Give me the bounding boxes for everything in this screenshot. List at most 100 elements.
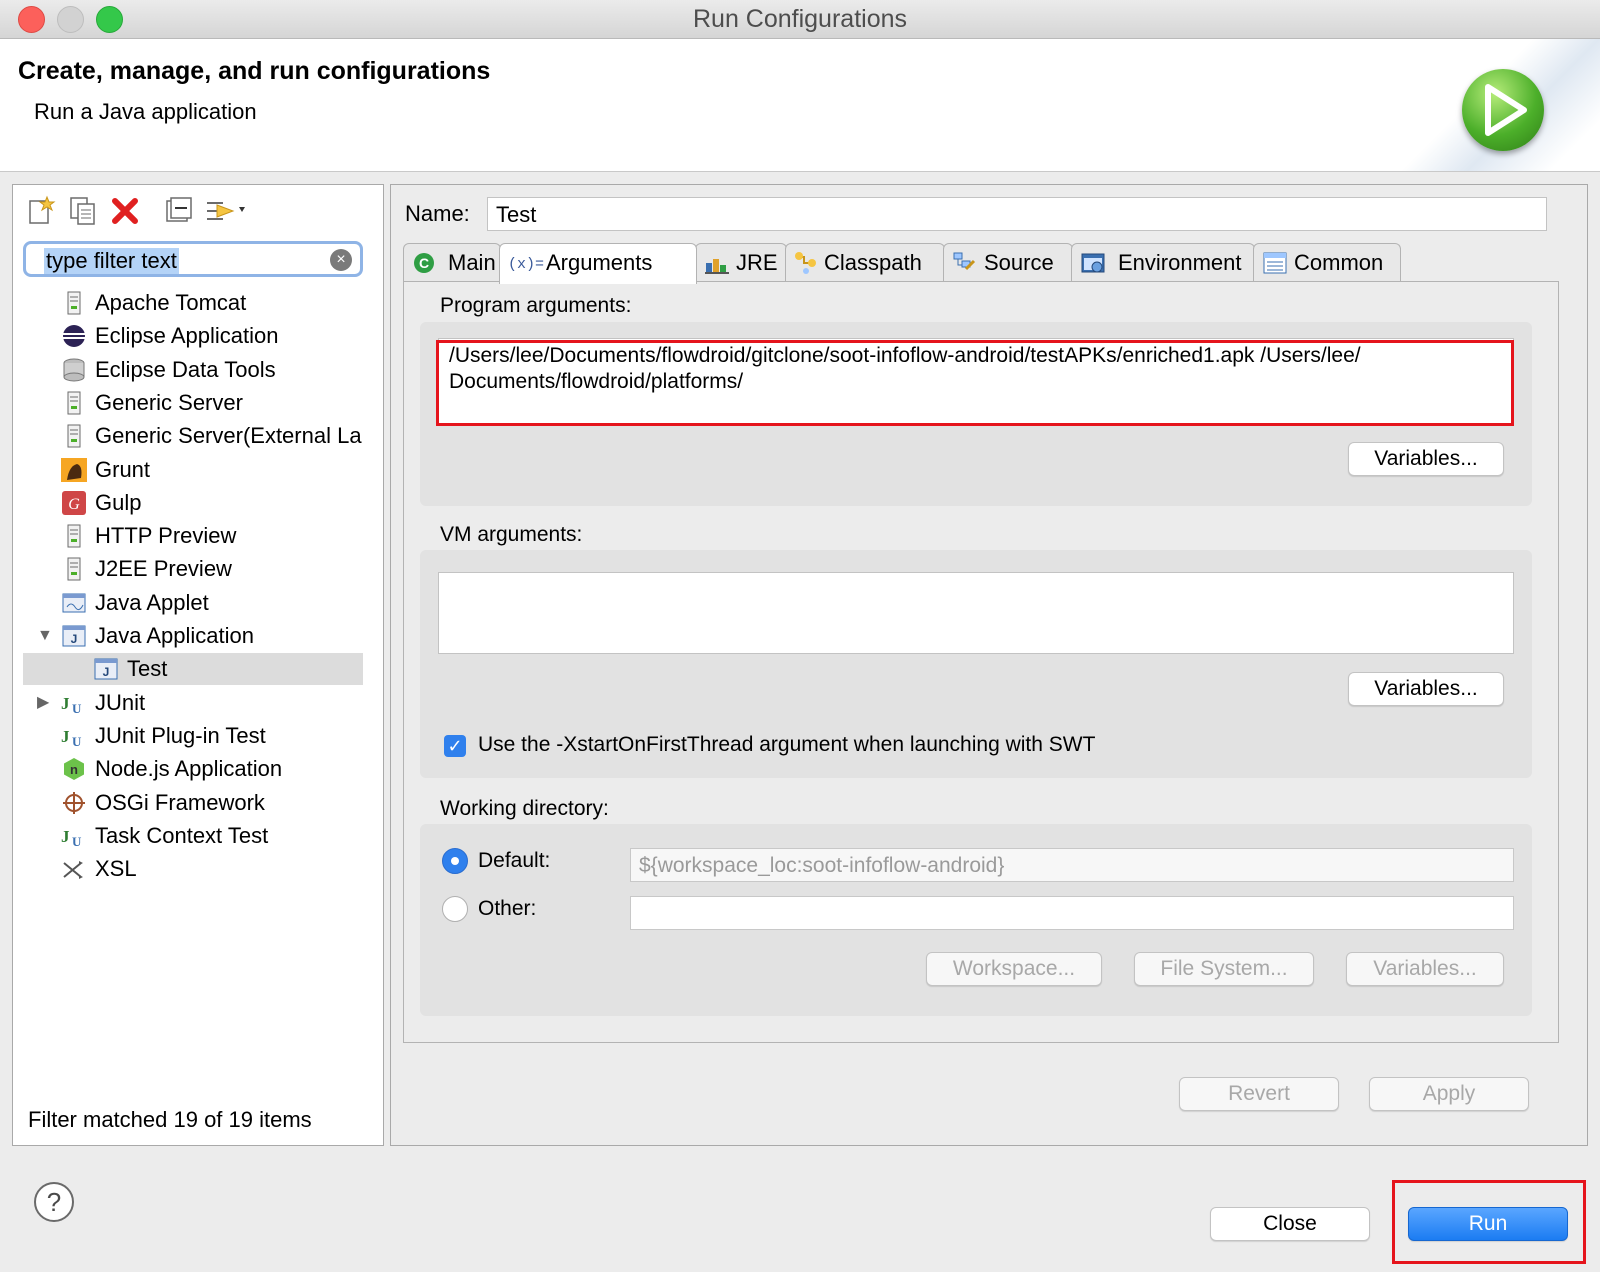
tree-item-task-context-test[interactable]: J U Task Context Test [23, 820, 363, 852]
applet-icon [61, 591, 87, 615]
tree-item-label: Apache Tomcat [95, 290, 247, 315]
tree-item-generic-server[interactable]: Generic Server [23, 387, 363, 419]
tab-jre[interactable]: JRE [695, 243, 787, 282]
vm-arguments-textarea[interactable] [438, 572, 1514, 654]
tree-item-label: Gulp [95, 489, 142, 515]
tree-item-label: JUnit Plug-in Test [95, 722, 266, 748]
tree-item-label: Java Applet [95, 589, 209, 615]
apply-button[interactable]: Apply [1369, 1077, 1529, 1111]
program-arguments-highlight [436, 340, 1514, 426]
svg-text:J: J [103, 665, 110, 679]
tab-arguments[interactable]: (x)= Arguments [499, 243, 697, 284]
run-button-highlight [1392, 1180, 1586, 1264]
tree-item-apache-tomcat[interactable]: Apache Tomcat [23, 287, 363, 319]
tree-item-label: OSGi Framework [95, 789, 265, 815]
other-radio[interactable] [442, 896, 468, 922]
classpath-icon [795, 252, 816, 274]
main-icon: C [414, 253, 434, 273]
tab-main[interactable]: C Main [403, 243, 501, 282]
filter-input[interactable]: type filter text × [23, 241, 363, 277]
server-icon [61, 391, 87, 415]
window-title: Run Configurations [692, 5, 907, 33]
server-icon [61, 424, 87, 448]
filter-status: Filter matched 19 of 19 items [28, 1107, 312, 1132]
java-app-icon: J [61, 624, 87, 648]
default-label: Default: [478, 849, 551, 872]
svg-text:J: J [61, 827, 70, 846]
svg-text:(x)=: (x)= [508, 256, 544, 273]
filter-input-text: type filter text [44, 248, 179, 274]
svg-text:C: C [419, 255, 429, 271]
working-directory-variables-button[interactable]: Variables... [1346, 952, 1504, 986]
tree-item-junit[interactable]: ▶ J U JUnit [23, 687, 363, 719]
tree-item-junit-plug-in-test[interactable]: J U JUnit Plug-in Test [23, 720, 363, 752]
expanded-arrow-icon[interactable]: ▼ [37, 620, 53, 652]
tree-item-j2ee-preview[interactable]: J2EE Preview [23, 553, 363, 585]
tree-item-node-js-application[interactable]: n Node.js Application [23, 753, 363, 785]
vm-arguments-variables-button[interactable]: Variables... [1348, 672, 1504, 706]
file-system-button[interactable]: File System... [1134, 952, 1314, 986]
eclipse-icon [61, 324, 87, 348]
xstart-checkbox[interactable]: ✓ [444, 735, 466, 757]
name-label: Name: [405, 201, 470, 226]
tree-item-grunt[interactable]: Grunt [23, 454, 363, 486]
svg-text:G: G [68, 496, 80, 513]
source-icon [953, 252, 976, 271]
tree-item-java-applet[interactable]: Java Applet [23, 587, 363, 619]
common-icon [1263, 252, 1287, 274]
svg-text:n: n [70, 762, 78, 777]
program-arguments-variables-button[interactable]: Variables... [1348, 442, 1504, 476]
collapse-all-icon[interactable] [163, 195, 195, 227]
svg-text:J: J [61, 727, 70, 746]
help-icon[interactable]: ? [34, 1182, 74, 1222]
configuration-list-panel: type filter text × Apache Tomcat Eclipse … [12, 184, 384, 1146]
tree-item-http-preview[interactable]: HTTP Preview [23, 520, 363, 552]
delete-configuration-icon[interactable] [109, 195, 141, 227]
close-button[interactable]: Close [1210, 1207, 1370, 1241]
clear-filter-icon[interactable]: × [330, 249, 352, 271]
tree-item-label: XSL [95, 856, 137, 882]
tab-common[interactable]: Common [1253, 243, 1401, 282]
title-bar: Run Configurations [0, 0, 1600, 39]
junit-icon: JU [61, 824, 87, 849]
tree-item-java-application[interactable]: ▼ J Java Application [23, 620, 363, 652]
tree-item-label: Task Context Test [95, 822, 269, 848]
revert-button[interactable]: Revert [1179, 1077, 1339, 1111]
workspace-button[interactable]: Workspace... [926, 952, 1102, 986]
filter-configurations-icon[interactable] [203, 195, 249, 227]
default-radio[interactable] [442, 848, 468, 874]
java-app-icon: J [93, 657, 119, 681]
tab-bar: C Main (x)= Arguments JRE Classpath Sour… [403, 243, 1575, 284]
tree-item-label: Test [127, 656, 168, 682]
xsl-icon [61, 857, 87, 881]
tree-item-xsl[interactable]: XSL [23, 853, 363, 885]
new-configuration-icon[interactable] [25, 195, 57, 227]
tree-item-osgi-framework[interactable]: OSGi Framework [23, 787, 363, 819]
other-directory-field[interactable] [630, 896, 1514, 930]
header-subtitle: Run a Java application [34, 99, 257, 124]
arguments-tab-pane: Program arguments: /Users/lee/Documents/… [403, 281, 1559, 1043]
tab-source[interactable]: Source [943, 243, 1073, 282]
svg-text:J: J [61, 694, 70, 713]
tree-item-label: Grunt [95, 456, 151, 482]
junit-icon: JU [61, 724, 87, 749]
junit-icon: JU [61, 691, 87, 716]
tree-item-eclipse-data-tools[interactable]: Eclipse Data Tools [23, 354, 363, 386]
name-input[interactable]: Test [487, 197, 1547, 231]
tree-item-label: Eclipse Data Tools [95, 356, 276, 382]
svg-text:U: U [72, 701, 82, 715]
tree-item-eclipse-application[interactable]: Eclipse Application [23, 320, 363, 352]
tree-item-gulp[interactable]: G Gulp [23, 487, 363, 519]
configuration-toolbar [23, 191, 373, 231]
tree-item-test[interactable]: J Test [23, 653, 363, 686]
configuration-editor-panel: Name: Test C Main (x)= Arguments JRE Cla… [390, 184, 1588, 1146]
tree-item-generic-server-external-la[interactable]: Generic Server(External La [23, 420, 363, 452]
tab-environment[interactable]: Environment [1071, 243, 1255, 282]
duplicate-configuration-icon[interactable] [67, 195, 99, 227]
tree-item-label: Generic Server(External La [95, 423, 362, 449]
gulp-icon: G [61, 490, 87, 515]
tree-item-label: J2EE Preview [95, 556, 232, 582]
tab-classpath[interactable]: Classpath [785, 243, 945, 282]
collapsed-arrow-icon[interactable]: ▶ [37, 687, 49, 719]
run-banner-icon [1462, 69, 1544, 151]
